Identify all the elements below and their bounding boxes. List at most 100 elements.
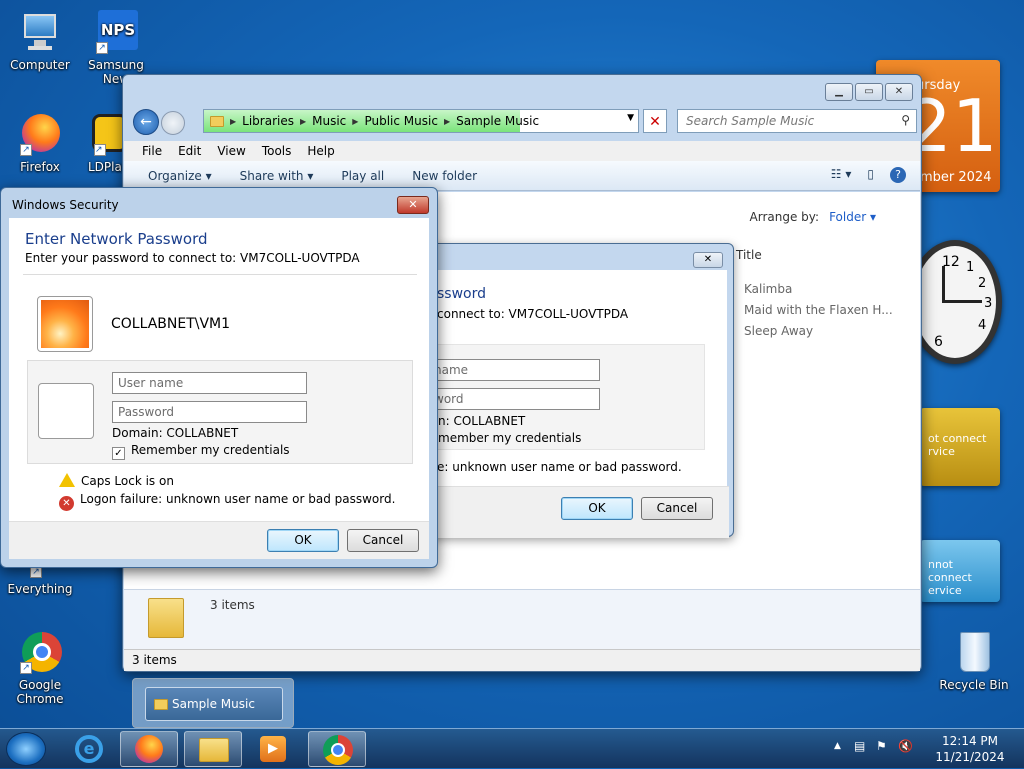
- menu-tools[interactable]: Tools: [256, 144, 298, 158]
- password-input[interactable]: Password: [112, 401, 307, 423]
- clock-number: 2: [978, 276, 987, 291]
- ok-button[interactable]: OK: [267, 529, 339, 552]
- search-placeholder: Search Sample Music: [686, 114, 815, 128]
- track-row[interactable]: Sleep Away: [744, 324, 813, 338]
- breadcrumb-libraries[interactable]: Libraries: [242, 114, 294, 128]
- view-options-icon[interactable]: ☷ ▾: [831, 167, 852, 183]
- dialog-body: Enter Network Password Enter your passwo…: [9, 218, 429, 521]
- feed-gadget[interactable]: ot connect rvice: [920, 408, 1000, 486]
- status-item-count: 3 items: [132, 653, 177, 667]
- credential-tile: User name Password Domain: COLLABNET ✓ Re…: [27, 360, 413, 464]
- maximize-button[interactable]: ▭: [855, 83, 883, 101]
- minimize-button[interactable]: ▁: [825, 83, 853, 101]
- remember-credentials[interactable]: ✓ Remember my credentials: [112, 443, 290, 460]
- start-button[interactable]: [6, 732, 46, 766]
- windows-security-dialog[interactable]: Windows Security ✕ Enter Network Passwor…: [0, 187, 438, 568]
- volume-muted-icon[interactable]: 🔇: [898, 739, 913, 753]
- password-input[interactable]: word: [428, 388, 600, 410]
- taskbar-preview[interactable]: Sample Music: [132, 678, 294, 728]
- menu-file[interactable]: File: [136, 144, 168, 158]
- domain-label: n: COLLABNET: [438, 414, 526, 428]
- arrange-by: Arrange by: Folder ▾: [750, 210, 876, 224]
- track-row[interactable]: Kalimba: [744, 282, 792, 296]
- remember-checkbox[interactable]: ✓: [112, 447, 125, 460]
- dialog-body: ssword connect to: VM7COLL-UOVTPDA name …: [428, 270, 729, 538]
- clock[interactable]: 12:14 PM 11/21/2024: [930, 733, 1010, 765]
- network-icon[interactable]: ▤: [854, 739, 865, 753]
- forward-button[interactable]: [161, 111, 185, 135]
- menu-view[interactable]: View: [211, 144, 251, 158]
- desktop-icon-computer[interactable]: Computer: [2, 10, 78, 72]
- desktop-icon-recycle-bin[interactable]: Recycle Bin: [936, 630, 1012, 692]
- recycle-bin-icon: [952, 630, 996, 674]
- clock-number: 4: [978, 318, 987, 333]
- firefox-icon: [135, 735, 163, 763]
- clock-time: 12:14 PM: [942, 734, 998, 748]
- flag-icon[interactable]: ⚑: [876, 739, 887, 753]
- breadcrumb-music[interactable]: Music: [312, 114, 346, 128]
- breadcrumb-arrow-icon: ▶: [299, 116, 307, 126]
- stop-icon[interactable]: ✕: [643, 109, 667, 133]
- desktop-icon-label: LDPlay: [88, 160, 124, 174]
- logon-error-text: Logon failure: unknown user name or bad …: [80, 492, 396, 506]
- username-input[interactable]: User name: [112, 372, 307, 394]
- taskbar-explorer[interactable]: [184, 731, 242, 767]
- search-input[interactable]: Search Sample Music ⚲: [677, 109, 917, 133]
- taskbar-ie[interactable]: e: [60, 731, 118, 767]
- help-icon[interactable]: ?: [890, 167, 906, 183]
- ok-button[interactable]: OK: [561, 497, 633, 520]
- caps-lock-text: Caps Lock is on: [81, 474, 174, 488]
- taskbar-chrome[interactable]: [308, 731, 366, 767]
- shortcut-arrow-icon: ↗: [96, 42, 108, 54]
- new-folder-button[interactable]: New folder: [412, 169, 477, 183]
- address-dropdown-icon[interactable]: ▼: [627, 113, 634, 123]
- menu-help[interactable]: Help: [301, 144, 340, 158]
- breadcrumb-public-music[interactable]: Public Music: [364, 114, 437, 128]
- folder-icon: [210, 115, 224, 127]
- share-with-button[interactable]: Share with ▾: [240, 169, 314, 183]
- menu-bar: File Edit View Tools Help: [124, 141, 920, 161]
- preview-pane-icon[interactable]: ▯: [867, 167, 874, 183]
- desktop-icon-firefox[interactable]: ↗ Firefox: [2, 112, 78, 174]
- password-placeholder: word: [434, 392, 464, 406]
- dialog-subheading: Enter your password to connect to: VM7CO…: [25, 251, 360, 265]
- remember-label[interactable]: member my credentials: [438, 431, 581, 445]
- clock-hour-hand: [942, 266, 945, 302]
- address-bar[interactable]: ▶ Libraries ▶ Music ▶ Public Music ▶ Sam…: [203, 109, 639, 133]
- column-header-title[interactable]: Title: [736, 248, 762, 262]
- arrange-by-dropdown[interactable]: Folder ▾: [829, 210, 876, 224]
- back-button[interactable]: ←: [133, 109, 159, 135]
- close-button[interactable]: ✕: [397, 196, 429, 214]
- chrome-icon: [323, 735, 353, 765]
- menu-edit[interactable]: Edit: [172, 144, 207, 158]
- cancel-button[interactable]: Cancel: [347, 529, 419, 552]
- warning-icon: [59, 473, 75, 487]
- taskbar-firefox[interactable]: [120, 731, 178, 767]
- organize-button[interactable]: Organize ▾: [148, 169, 212, 183]
- show-hidden-icons[interactable]: ▲: [834, 741, 841, 751]
- user-tile-icon: [38, 383, 94, 439]
- preview-window[interactable]: Sample Music: [145, 687, 283, 721]
- username-input[interactable]: name: [428, 359, 600, 381]
- close-button[interactable]: ✕: [693, 252, 723, 268]
- search-icon[interactable]: ⚲: [901, 113, 910, 127]
- clock-gadget[interactable]: 12 1 2 3 4 6: [908, 238, 1002, 364]
- desktop-icon-google-chrome[interactable]: ↗ Google Chrome: [2, 630, 78, 706]
- feed-gadget[interactable]: nnot connect ervice: [920, 540, 1000, 602]
- background-security-dialog[interactable]: ✕ ssword connect to: VM7COLL-UOVTPDA nam…: [428, 243, 734, 538]
- details-pane: 3 items: [124, 589, 920, 649]
- status-bar: 3 items: [124, 649, 920, 671]
- computer-icon: [18, 10, 62, 54]
- close-button[interactable]: ✕: [885, 83, 913, 101]
- breadcrumb-sample-music[interactable]: Sample Music: [456, 114, 539, 128]
- track-row[interactable]: Maid with the Flaxen H...: [744, 303, 893, 317]
- desktop-icon-ldplayer[interactable]: ↗ LDPlay: [78, 112, 124, 174]
- play-all-button[interactable]: Play all: [341, 169, 384, 183]
- taskbar-media-player[interactable]: ▶: [244, 731, 302, 767]
- media-player-icon: ▶: [260, 736, 286, 762]
- dialog-title: Windows Security: [12, 198, 119, 212]
- error-message: e: unknown user name or bad password.: [437, 460, 682, 474]
- cancel-button[interactable]: Cancel: [641, 497, 713, 520]
- dialog-heading: Enter Network Password: [25, 230, 208, 248]
- window-caption-buttons: ▁ ▭ ✕: [825, 83, 913, 101]
